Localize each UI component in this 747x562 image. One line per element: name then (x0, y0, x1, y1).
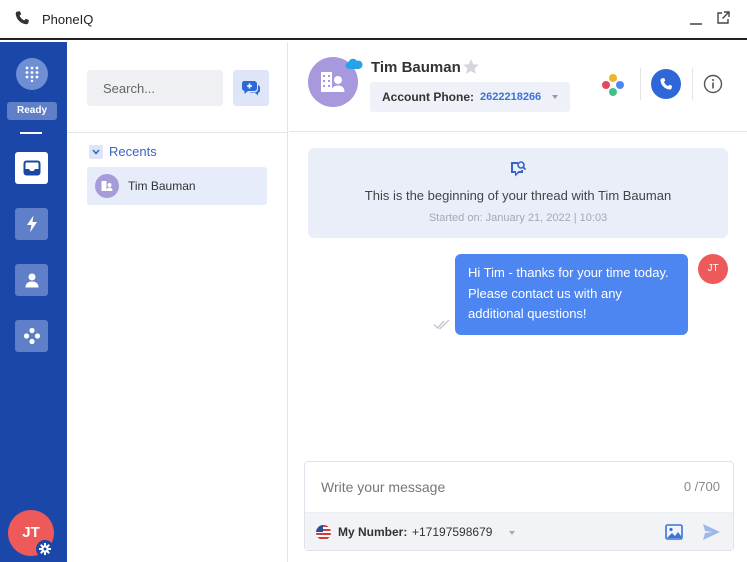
star-icon[interactable] (462, 58, 480, 76)
contact-avatar (95, 174, 119, 198)
dialpad-icon (25, 66, 39, 82)
conversation-pane: Tim Bauman Account Phone: 2622218266 Thi… (289, 42, 747, 562)
chat-search-icon (511, 161, 527, 177)
contacts-icon (25, 273, 38, 288)
recents-header[interactable]: Recents (89, 144, 157, 159)
send-icon[interactable] (701, 522, 721, 542)
list-divider (67, 132, 288, 133)
title-bar: PhoneIQ (0, 0, 747, 40)
nav-inbox[interactable] (15, 152, 48, 184)
sender-avatar: JT (698, 254, 728, 284)
dialpad-button[interactable] (16, 58, 48, 90)
inbox-icon (23, 160, 40, 176)
search-input[interactable] (87, 70, 223, 106)
list-item[interactable]: Tim Bauman (87, 167, 267, 205)
building-person-icon (101, 181, 113, 191)
thread-start-date: Started on: January 21, 2022 | 10:03 (428, 212, 608, 224)
account-phone-value: 2622218266 (480, 91, 542, 103)
salesforce-cloud-icon (345, 58, 363, 69)
double-check-icon (433, 319, 450, 330)
app-title: PhoneIQ (42, 12, 94, 27)
dropdown-arrow-icon[interactable] (509, 531, 515, 535)
contact-name-header: Tim Bauman (371, 59, 461, 76)
message-composer: 0 /700 My Number: +17197598679 (304, 461, 734, 551)
dropdown-arrow-icon (552, 95, 558, 99)
building-person-icon (321, 72, 345, 92)
header-divider (692, 68, 693, 100)
popout-icon[interactable] (715, 10, 731, 26)
apps-colorful-icon[interactable] (600, 72, 626, 98)
new-message-button[interactable] (233, 70, 269, 106)
composer-footer: My Number: +17197598679 (305, 512, 733, 550)
us-flag-icon (316, 525, 331, 540)
phone-icon (15, 11, 29, 25)
left-rail: Ready JT (0, 42, 67, 562)
message-bubble-outgoing[interactable]: Hi Tim - thanks for your time today. Ple… (455, 254, 688, 335)
apps-icon (23, 327, 40, 345)
contact-name: Tim Bauman (128, 179, 196, 193)
image-attach-icon[interactable] (665, 523, 683, 541)
recents-label: Recents (109, 144, 157, 159)
account-phone-select[interactable]: Account Phone: 2622218266 (370, 82, 570, 112)
nav-automations[interactable] (15, 208, 48, 240)
new-chat-icon (242, 81, 260, 96)
char-counter: 0 /700 (683, 479, 720, 494)
chevron-down-icon (89, 144, 103, 159)
conversation-list-pane: Recents Tim Bauman (67, 42, 288, 562)
my-number-value[interactable]: +17197598679 (412, 525, 492, 539)
rail-divider (20, 132, 42, 134)
conversation-header: Tim Bauman Account Phone: 2622218266 (289, 42, 747, 132)
thread-start-banner: This is the beginning of your thread wit… (308, 148, 728, 238)
my-number-label: My Number: (338, 525, 408, 539)
minimize-icon[interactable] (689, 10, 703, 26)
phone-icon (660, 78, 672, 90)
gear-icon (39, 543, 51, 555)
thread-start-text: This is the beginning of your thread wit… (364, 188, 672, 203)
lightning-icon (26, 215, 37, 233)
info-icon[interactable] (703, 74, 723, 94)
call-button[interactable] (651, 69, 681, 99)
message-input[interactable] (305, 462, 675, 512)
status-badge[interactable]: Ready (7, 102, 57, 120)
nav-apps[interactable] (15, 320, 48, 352)
account-phone-label: Account Phone: (382, 90, 474, 104)
header-divider (640, 68, 641, 100)
nav-contacts[interactable] (15, 264, 48, 296)
settings-button[interactable] (36, 540, 54, 558)
